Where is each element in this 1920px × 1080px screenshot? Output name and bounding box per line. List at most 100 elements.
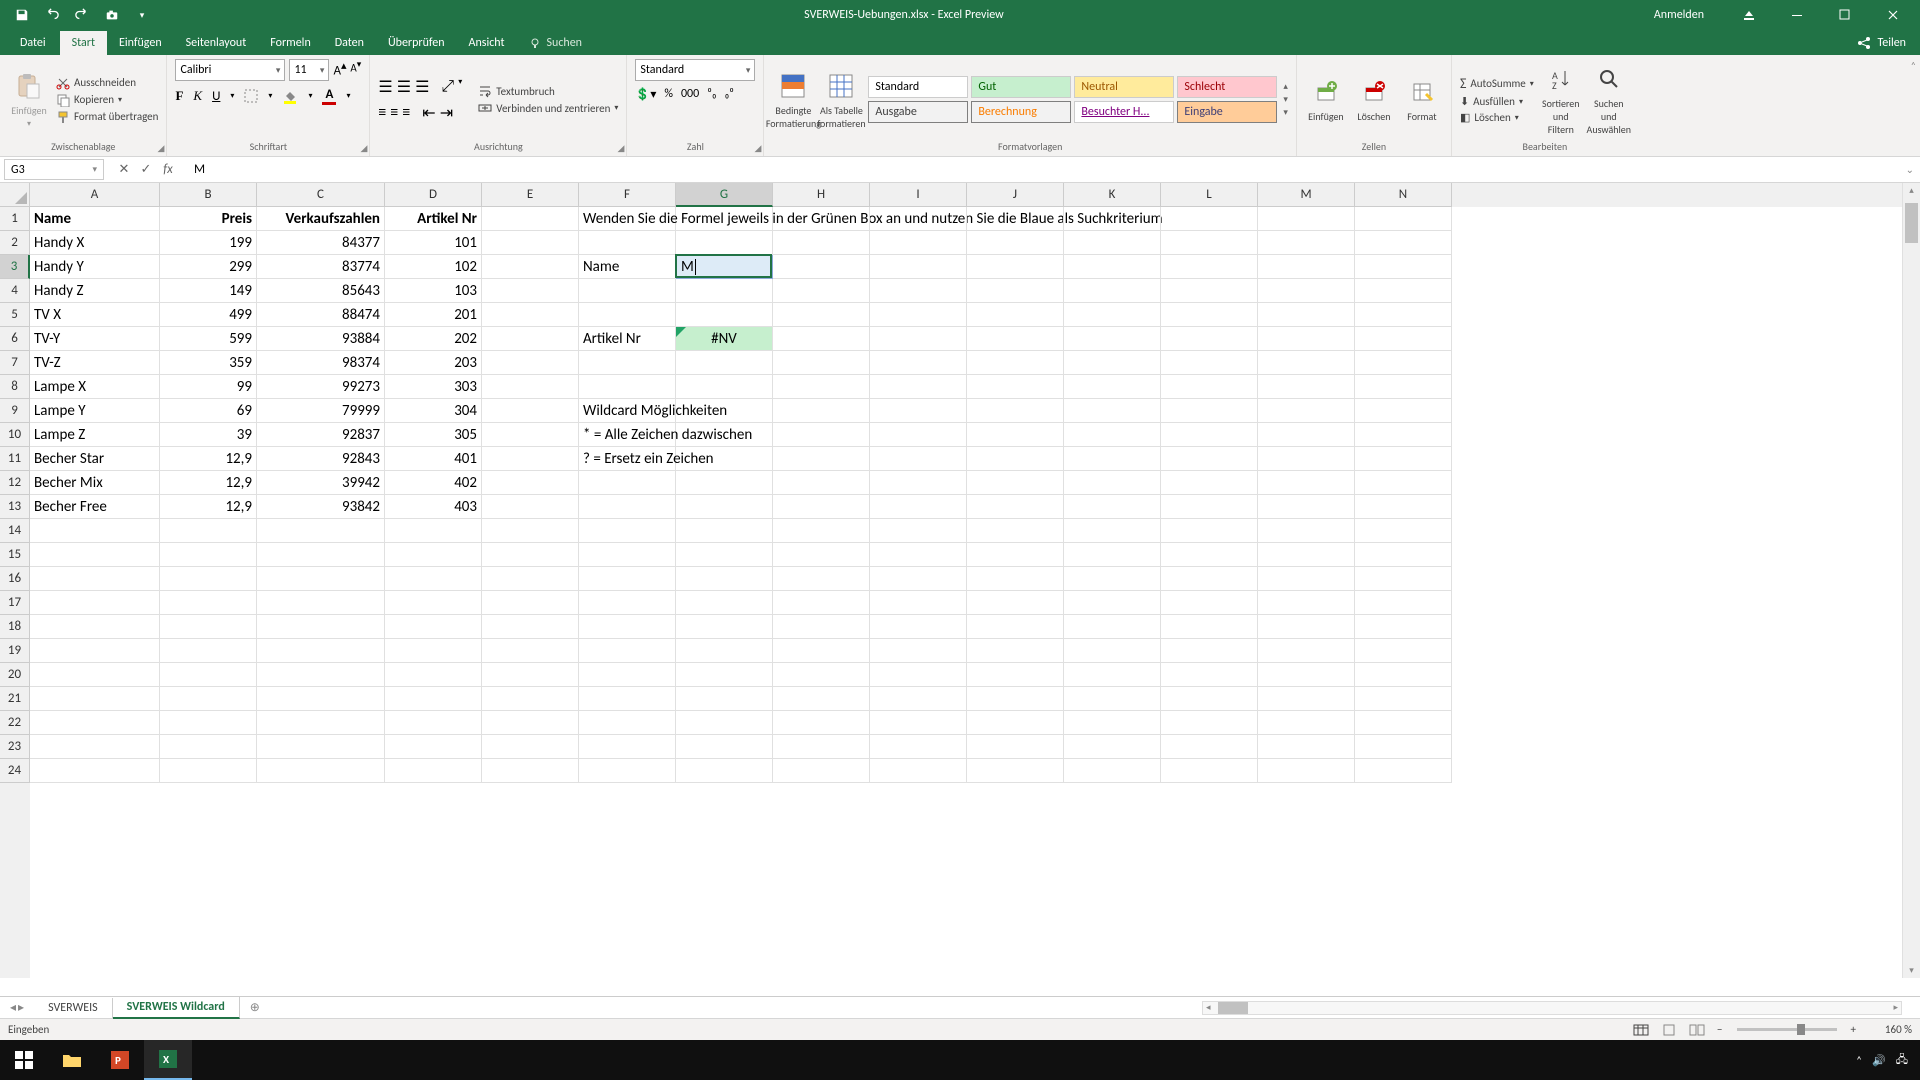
- borders-button[interactable]: [244, 89, 258, 103]
- cell[interactable]: [482, 735, 579, 759]
- confirm-edit-icon[interactable]: ✓: [136, 162, 156, 177]
- cell[interactable]: [257, 711, 385, 735]
- new-sheet-button[interactable]: ⊕: [240, 1000, 270, 1015]
- cell[interactable]: [676, 543, 773, 567]
- dialog-launcher-icon[interactable]: ◢: [617, 143, 624, 154]
- cell[interactable]: [160, 615, 257, 639]
- cell[interactable]: [676, 615, 773, 639]
- currency-icon[interactable]: 💲▾: [635, 87, 656, 102]
- column-header[interactable]: M: [1258, 183, 1355, 207]
- cell[interactable]: [30, 663, 160, 687]
- orientation-icon[interactable]: ⤢: [441, 77, 454, 97]
- cell[interactable]: [1355, 231, 1452, 255]
- cell[interactable]: [1064, 471, 1161, 495]
- cell[interactable]: [160, 663, 257, 687]
- dialog-launcher-icon[interactable]: ◢: [158, 143, 165, 154]
- cell[interactable]: [1355, 303, 1452, 327]
- cell[interactable]: [967, 303, 1064, 327]
- format-as-table-button[interactable]: Als Tabelle formatieren: [820, 70, 862, 130]
- cell[interactable]: [967, 279, 1064, 303]
- cell[interactable]: [1258, 759, 1355, 783]
- cell[interactable]: [1258, 639, 1355, 663]
- cell[interactable]: [1064, 495, 1161, 519]
- cell[interactable]: [1161, 399, 1258, 423]
- sheet-nav-prev-icon[interactable]: ◂: [10, 1000, 16, 1015]
- cell[interactable]: [482, 519, 579, 543]
- cell[interactable]: [385, 543, 482, 567]
- style-eingabe[interactable]: Eingabe: [1177, 101, 1277, 123]
- cell[interactable]: [482, 303, 579, 327]
- undo-icon[interactable]: [40, 3, 64, 27]
- cell[interactable]: [967, 207, 1064, 231]
- row-header[interactable]: 3: [0, 255, 30, 279]
- cell[interactable]: [967, 759, 1064, 783]
- cell[interactable]: [967, 591, 1064, 615]
- cell[interactable]: [1064, 711, 1161, 735]
- cell[interactable]: [1258, 567, 1355, 591]
- name-box[interactable]: G3▾: [4, 159, 104, 180]
- cell[interactable]: [1258, 735, 1355, 759]
- cell[interactable]: [870, 567, 967, 591]
- cell[interactable]: [1161, 327, 1258, 351]
- cell[interactable]: 92837: [257, 423, 385, 447]
- cell[interactable]: [1355, 759, 1452, 783]
- row-header[interactable]: 9: [0, 399, 30, 423]
- cell[interactable]: [1161, 591, 1258, 615]
- decrease-decimal-icon[interactable]: ₀⁰: [725, 87, 734, 102]
- cell[interactable]: [579, 663, 676, 687]
- cell[interactable]: [30, 567, 160, 591]
- column-header[interactable]: C: [257, 183, 385, 207]
- find-select-button[interactable]: Suchen und Auswählen: [1588, 63, 1630, 136]
- cell[interactable]: [1161, 351, 1258, 375]
- cell[interactable]: [1355, 711, 1452, 735]
- cell[interactable]: [967, 567, 1064, 591]
- cell[interactable]: [870, 639, 967, 663]
- cell[interactable]: [482, 279, 579, 303]
- cell[interactable]: [482, 711, 579, 735]
- dialog-launcher-icon[interactable]: ◢: [754, 143, 761, 154]
- excel-button[interactable]: X: [144, 1040, 192, 1080]
- cell[interactable]: 103: [385, 279, 482, 303]
- cell[interactable]: [1064, 759, 1161, 783]
- cell[interactable]: Becher Mix: [30, 471, 160, 495]
- cell[interactable]: [160, 687, 257, 711]
- cell[interactable]: 149: [160, 279, 257, 303]
- cell[interactable]: [30, 735, 160, 759]
- formula-input[interactable]: M: [188, 162, 1900, 177]
- cell[interactable]: [1355, 255, 1452, 279]
- tab-start[interactable]: Start: [60, 31, 107, 55]
- fill-button[interactable]: ⬇Ausfüllen▾: [1460, 95, 1534, 108]
- cell[interactable]: [385, 735, 482, 759]
- cell[interactable]: [967, 327, 1064, 351]
- cell[interactable]: [579, 735, 676, 759]
- cell[interactable]: 359: [160, 351, 257, 375]
- cell[interactable]: [1355, 471, 1452, 495]
- cell[interactable]: [482, 663, 579, 687]
- column-header[interactable]: A: [30, 183, 160, 207]
- cell[interactable]: [1064, 591, 1161, 615]
- cell[interactable]: Wenden Sie die Formel jeweils in der Grü…: [579, 207, 676, 231]
- align-middle-icon[interactable]: ☰: [397, 77, 411, 97]
- cell[interactable]: Name: [579, 255, 676, 279]
- font-color-button[interactable]: A: [322, 87, 336, 105]
- sort-filter-button[interactable]: AZSortieren und Filtern: [1540, 63, 1582, 136]
- cell[interactable]: [482, 399, 579, 423]
- percent-icon[interactable]: %: [664, 87, 673, 102]
- cell[interactable]: 12,9: [160, 447, 257, 471]
- cell[interactable]: Handy Y: [30, 255, 160, 279]
- cell[interactable]: [385, 615, 482, 639]
- cell[interactable]: * = Alle Zeichen dazwischen: [579, 423, 676, 447]
- cell[interactable]: [579, 471, 676, 495]
- sheet-tab-wildcard[interactable]: SVERWEIS Wildcard: [113, 997, 240, 1019]
- cell[interactable]: [1355, 423, 1452, 447]
- tray-chevron-icon[interactable]: ˄: [1856, 1054, 1862, 1067]
- cell[interactable]: 92843: [257, 447, 385, 471]
- cell[interactable]: [1355, 591, 1452, 615]
- cell[interactable]: [870, 423, 967, 447]
- cell[interactable]: [257, 567, 385, 591]
- share-button[interactable]: Teilen: [1843, 31, 1920, 55]
- row-header[interactable]: 24: [0, 759, 30, 783]
- sheet-nav-next-icon[interactable]: ▸: [18, 1000, 24, 1015]
- cell[interactable]: [1064, 735, 1161, 759]
- cell[interactable]: [676, 591, 773, 615]
